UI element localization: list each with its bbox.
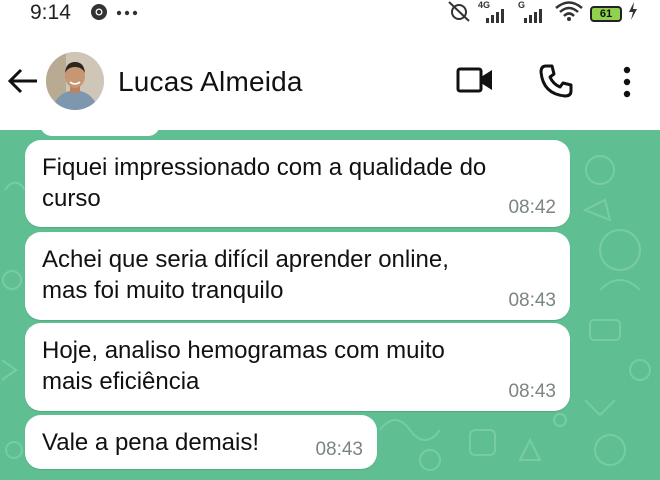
phone-icon: [539, 64, 573, 98]
wifi-icon: [554, 0, 584, 27]
message-bubble[interactable]: Vale a pena demais! 08:43: [25, 415, 377, 469]
message-bubble[interactable]: Fiquei impressionado com a qualidade do …: [25, 140, 570, 227]
status-bar: 9:14 4G G 61: [0, 0, 660, 30]
more-vertical-icon: [623, 66, 631, 98]
message-text: Vale a pena demais!: [42, 429, 260, 456]
message-bubble[interactable]: Achei que seria difícil aprender online,…: [25, 232, 570, 320]
message-time: 08:43: [315, 439, 363, 460]
contact-name[interactable]: Lucas Almeida: [118, 66, 303, 98]
message-text: Achei que seria difícil aprender online,…: [42, 246, 449, 304]
message-text: Hoje, analiso hemogramas com muito mais …: [42, 337, 445, 395]
message-text: Fiquei impressionado com a qualidade do …: [42, 154, 487, 212]
more-dots-icon: [116, 3, 138, 26]
message-time: 08:43: [508, 290, 556, 311]
message-bubble[interactable]: Hoje, analiso hemogramas com muito mais …: [25, 323, 570, 411]
video-call-button[interactable]: [456, 65, 494, 95]
chat-header: Lucas Almeida: [0, 30, 660, 130]
previous-message-bubble: [40, 130, 160, 136]
back-button[interactable]: [6, 64, 40, 98]
signal-icon-2: G: [518, 0, 548, 26]
charging-icon: [628, 2, 638, 25]
voice-call-button[interactable]: [538, 63, 574, 99]
message-time: 08:43: [508, 381, 556, 402]
battery-icon: 61: [590, 5, 622, 22]
signal-icon: 4G: [478, 0, 512, 26]
chat-area[interactable]: Fiquei impressionado com a qualidade do …: [0, 130, 660, 480]
avatar[interactable]: [46, 52, 104, 110]
video-camera-icon: [456, 67, 492, 93]
contact-photo-icon: [46, 52, 104, 110]
alarm-off-icon: [446, 0, 472, 27]
message-time: 08:42: [508, 197, 556, 218]
status-time: 9:14: [30, 1, 71, 24]
chrome-icon: [90, 3, 108, 26]
more-options-button[interactable]: [614, 64, 640, 100]
arrow-left-icon: [7, 68, 37, 94]
